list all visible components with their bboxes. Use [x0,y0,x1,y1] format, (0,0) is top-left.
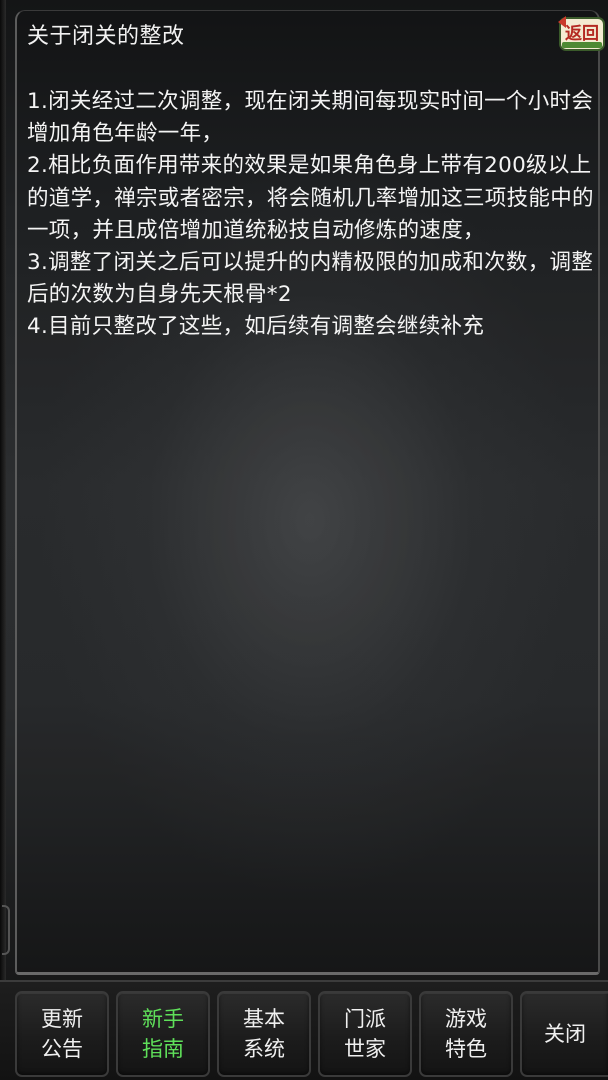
notice-body: 1.闭关经过二次调整，现在闭关期间每现实时间一个小时会增加角色年龄一年， 2.相… [27,86,599,344]
nav-update-notice-button[interactable]: 更新 公告 [15,991,109,1077]
nav-label-line1: 基本 [243,1007,285,1031]
close-button-label: 关闭 [544,1022,586,1046]
notice-line: 4.目前只整改了这些，如后续有调整会继续补充 [27,314,485,340]
nav-label-line1: 新手 [142,1007,184,1031]
screen-background: 关于闭关的整改 返回 1.闭关经过二次调整，现在闭关期间每现实时间一个小时会增加… [0,0,608,1080]
nav-label-line2: 特色 [445,1037,487,1061]
nav-label-line1: 游戏 [445,1007,487,1031]
nav-label-line2: 系统 [243,1037,285,1061]
nav-label-line1: 更新 [41,1007,83,1031]
return-badge-icon[interactable]: 返回 [556,12,606,54]
nav-basic-system-button[interactable]: 基本 系统 [217,991,311,1077]
notice-line: 2.相比负面作用带来的效果是如果角色身上带有200级以上的道学，禅宗或者密宗，将… [27,153,594,243]
nav-sect-family-button[interactable]: 门派 世家 [318,991,412,1077]
nav-beginner-guide-button[interactable]: 新手 指南 [116,991,210,1077]
nav-label-line1: 门派 [344,1007,386,1031]
nav-label-line2: 指南 [142,1037,184,1061]
left-scroll-notch[interactable] [2,905,10,955]
notice-line: 3.调整了闭关之后可以提升的内精极限的加成和次数，调整后的次数为自身先天根骨*2 [27,250,594,308]
nav-label-line2: 世家 [344,1037,386,1061]
nav-label-line2: 公告 [41,1037,83,1061]
notice-line: 1.闭关经过二次调整，现在闭关期间每现实时间一个小时会增加角色年龄一年， [27,89,594,147]
page-title: 关于闭关的整改 [27,24,185,49]
close-button[interactable]: 关闭 [520,991,608,1077]
nav-game-features-button[interactable]: 游戏 特色 [419,991,513,1077]
return-badge-text: 返回 [565,24,599,44]
